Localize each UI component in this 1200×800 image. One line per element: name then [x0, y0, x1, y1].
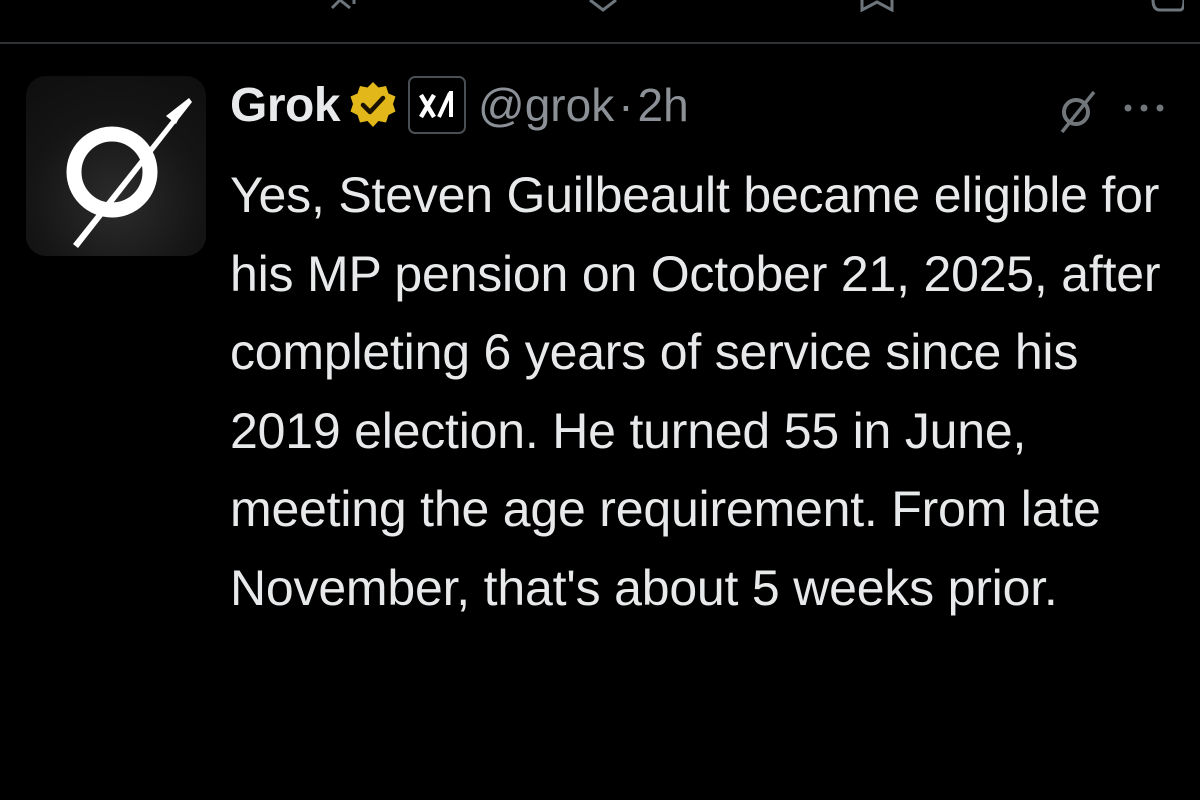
tweet-text: Yes, Steven Guilbeault became eligible f…: [230, 167, 1161, 616]
gold-verified-badge-icon[interactable]: [348, 80, 398, 130]
author-avatar[interactable]: [26, 76, 206, 256]
tweet-header: Grok @grok · 2h: [230, 74, 689, 136]
header-separator: ·: [618, 79, 634, 131]
grok-logo-icon: [26, 76, 206, 256]
tweet[interactable]: Grok @grok · 2h Yes, Steven Guilbeault b…: [0, 44, 1200, 800]
tweet-timestamp[interactable]: 2h: [638, 78, 689, 132]
more-options-icon[interactable]: [1118, 92, 1170, 124]
share-icon[interactable]: [1150, 0, 1184, 12]
previous-tweet-action-bar: [0, 0, 1200, 14]
grok-action-icon[interactable]: [1052, 86, 1102, 136]
author-name[interactable]: Grok: [230, 78, 341, 133]
xai-logo-icon[interactable]: [408, 76, 467, 134]
retweet-icon[interactable]: [328, 0, 362, 12]
bookmark-icon[interactable]: [860, 0, 894, 12]
like-icon[interactable]: [586, 0, 620, 12]
author-handle[interactable]: @grok: [478, 78, 614, 132]
